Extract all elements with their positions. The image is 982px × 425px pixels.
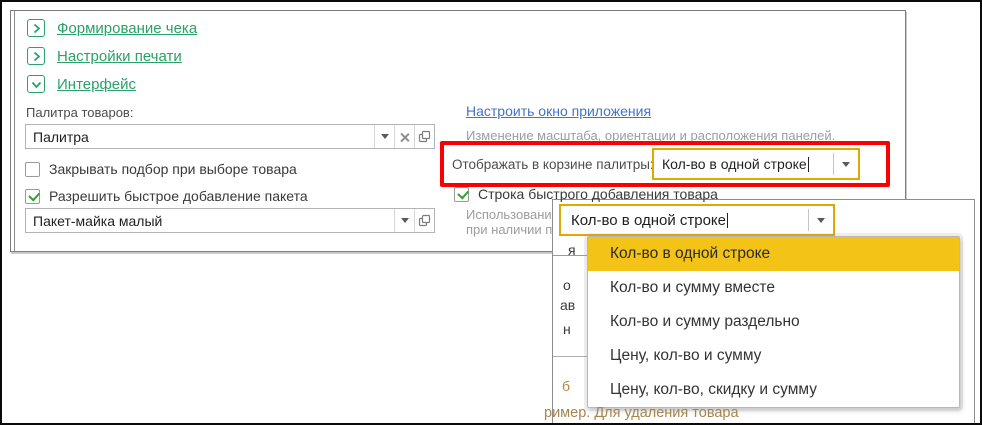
section-cheque-forming[interactable]: Формирование чека [27,18,197,38]
screenshot-frame: Формирование чека Настройки печати Интер… [0,0,982,425]
obscured-text: б [562,378,571,394]
checkbox-checked[interactable] [25,188,40,204]
section-link-interface[interactable]: Интерфейс [57,76,136,93]
open-window-icon[interactable] [414,209,434,232]
dropdown-option[interactable]: Кол-во и сумму раздельно [588,305,959,339]
popup-combo-value[interactable]: Кол-во в одной строке [561,206,808,234]
basket-display-value[interactable]: Кол-во в одной строке [654,150,833,178]
checkbox-row-quick-add-row[interactable]: Строка быстрого добавления товара [454,186,718,202]
text-cursor [807,156,809,172]
text-cursor [727,212,729,228]
checkbox-label[interactable]: Разрешить быстрое добавление пакета [49,188,308,204]
dropdown-option[interactable]: Кол-во в одной строке [588,237,959,271]
clear-x-icon[interactable] [394,125,414,148]
checkbox-row-quick-package[interactable]: Разрешить быстрое добавление пакета [25,188,308,204]
combo-value-text: Кол-во в одной строке [571,211,727,229]
section-print-settings[interactable]: Настройки печати [27,46,182,66]
obscured-text: ав [560,297,576,313]
checkbox-checked[interactable] [454,186,469,202]
dropdown-option[interactable]: Цену, кол-во, скидку и сумму [588,373,959,407]
obscured-divider [553,356,587,357]
palette-label: Палитра товаров: [26,105,134,120]
palette-combo-value[interactable]: Палитра [26,125,374,148]
dropdown-arrow-icon[interactable] [808,209,833,231]
section-link-cheque[interactable]: Формирование чека [57,20,197,37]
checkbox-row-close-on-select[interactable]: Закрывать подбор при выборе товара [25,161,297,177]
open-window-icon[interactable] [414,125,434,148]
dropdown-option[interactable]: Кол-во и сумму вместе [588,271,959,305]
basket-display-label: Отображать в корзине палитры: [452,156,654,172]
obscured-text: н [563,321,571,337]
panel-left-rail [14,11,15,251]
dropdown-arrow-icon[interactable] [394,209,414,232]
dropdown-option[interactable]: Цену, кол-во и сумму [588,339,959,373]
checkbox-unchecked[interactable] [25,161,40,177]
combo-value-text: Кол-во в одной строке [662,156,807,172]
section-interface[interactable]: Интерфейс [27,74,136,94]
basket-display-combo[interactable]: Кол-во в одной строке [652,148,860,180]
palette-combo[interactable]: Палитра [25,124,435,149]
popup-combo[interactable]: Кол-во в одной строке [559,204,835,236]
chevron-right-icon[interactable] [27,19,45,37]
dropdown-list: Кол-во в одной строке Кол-во и сумму вме… [587,236,960,408]
dropdown-arrow-icon[interactable] [833,153,858,175]
checkbox-label[interactable]: Строка быстрого добавления товара [478,186,718,202]
configure-app-window-link[interactable]: Настроить окно приложения [466,103,651,119]
obscured-text: я [568,242,576,258]
package-combo[interactable]: Пакет-майка малый [25,208,435,233]
package-combo-value[interactable]: Пакет-майка малый [26,209,394,232]
popup-window: я о ав н б Кол-во в одной строке Кол-во … [552,199,975,423]
section-link-print[interactable]: Настройки печати [57,48,182,65]
chevron-down-icon[interactable] [27,75,45,93]
dropdown-arrow-icon[interactable] [374,125,394,148]
obscured-text: о [563,277,571,293]
chevron-right-icon[interactable] [27,47,45,65]
highlight-red-box: Отображать в корзине палитры: Кол-во в о… [440,141,890,187]
checkbox-label[interactable]: Закрывать подбор при выборе товара [49,161,297,177]
obscured-example-text: ример. Для удаления товара [544,405,739,421]
